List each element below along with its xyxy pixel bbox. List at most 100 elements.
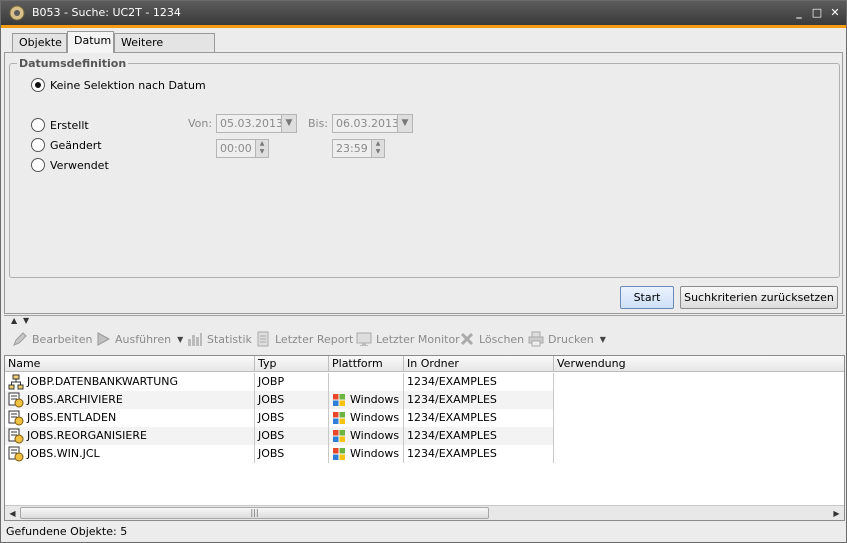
cell-platform: Windows	[329, 427, 404, 445]
table-row[interactable]: JOBS.ENTLADEN JOBS Windows 1234/EXAMPLES	[5, 409, 554, 427]
cell-platform: Windows	[329, 445, 404, 463]
cell-platform: Windows	[329, 409, 404, 427]
column-header-usage[interactable]: Verwendung	[554, 356, 844, 372]
edit-button[interactable]: Bearbeiten	[12, 331, 92, 347]
last-report-button[interactable]: Letzter Report	[255, 331, 353, 347]
tab-weitere-optionen[interactable]: Weitere Optionen	[114, 33, 215, 67]
group-title: Datumsdefinition	[17, 57, 129, 70]
scroll-right-icon[interactable]: ▶	[829, 506, 844, 521]
maximize-button[interactable]: □	[809, 5, 825, 21]
radio-dot[interactable]	[31, 138, 45, 152]
radio-dot-checked[interactable]	[31, 78, 45, 92]
platform-label: Windows	[350, 393, 400, 406]
to-time-field[interactable]: 23:59	[332, 139, 372, 158]
from-date-field[interactable]: 05.03.2013	[216, 114, 283, 133]
scrollbar-thumb[interactable]: |||	[20, 507, 489, 519]
spin-up-icon: ▲	[259, 140, 265, 147]
cell-folder: 1234/EXAMPLES	[404, 445, 554, 463]
spin-down-icon: ▼	[259, 148, 265, 155]
radio-no-date-selection[interactable]: Keine Selektion nach Datum	[31, 78, 206, 92]
from-time-stepper[interactable]: ▲ ▼	[255, 139, 269, 158]
cell-name: JOBS.WIN.JCL	[5, 445, 255, 463]
windows-logo-icon	[333, 412, 345, 424]
table-row[interactable]: JOBS.ARCHIVIERE JOBS Windows 1234/EXAMPL…	[5, 391, 554, 409]
radio-dot[interactable]	[31, 158, 45, 172]
chevron-down-icon[interactable]: ▼	[600, 335, 606, 344]
table-row[interactable]: JOBS.REORGANISIERE JOBS Windows 1234/EXA…	[5, 427, 554, 445]
start-button[interactable]: Start	[620, 286, 674, 309]
status-bar: Gefundene Objekte: 5	[4, 523, 845, 541]
row-name: JOBP.DATENBANKWARTUNG	[27, 375, 178, 388]
search-window: B053 - Suche: UC2T - 1234 _ □ ✕ Objekte …	[0, 0, 847, 543]
cell-folder: 1234/EXAMPLES	[404, 427, 554, 445]
platform-label: Windows	[350, 447, 400, 460]
result-toolbar: Bearbeiten Ausführen ▼ Statistik Letzter…	[4, 327, 845, 353]
row-name: JOBS.ENTLADEN	[27, 411, 117, 424]
job-icon	[8, 428, 24, 444]
printer-icon	[528, 331, 544, 347]
column-header-type[interactable]: Typ	[255, 356, 329, 372]
execute-button[interactable]: Ausführen ▼	[95, 331, 183, 347]
reset-criteria-button[interactable]: Suchkriterien zurücksetzen	[680, 286, 838, 309]
radio-dot[interactable]	[31, 118, 45, 132]
window-title: B053 - Suche: UC2T - 1234	[32, 6, 181, 19]
column-header-folder[interactable]: In Ordner	[404, 356, 554, 372]
tab-datum[interactable]: Datum	[67, 31, 114, 53]
last-monitor-label: Letzter Monitor	[376, 332, 460, 346]
horizontal-scrollbar[interactable]: ◀ ||| ▶	[5, 505, 844, 520]
platform-label: Windows	[350, 411, 400, 424]
windows-logo-icon	[333, 430, 345, 442]
chevron-down-icon[interactable]: ▼	[177, 335, 183, 344]
radio-label: Verwendet	[50, 158, 109, 172]
column-header-platform[interactable]: Plattform	[329, 356, 404, 372]
cell-folder: 1234/EXAMPLES	[404, 373, 554, 391]
chevron-down-icon: ▼	[285, 118, 293, 128]
row-name: JOBS.ARCHIVIERE	[27, 393, 123, 406]
radio-used[interactable]: Verwendet	[31, 158, 109, 172]
delete-button[interactable]: Löschen	[459, 331, 524, 347]
table-row[interactable]: JOBP.DATENBANKWARTUNG JOBP 1234/EXAMPLES	[5, 373, 554, 391]
table-row[interactable]: JOBS.WIN.JCL JOBS Windows 1234/EXAMPLES	[5, 445, 554, 463]
job-icon	[8, 392, 24, 408]
found-objects-count: Gefundene Objekte: 5	[6, 525, 128, 538]
cell-folder: 1234/EXAMPLES	[404, 409, 554, 427]
results-table[interactable]: Name Typ Plattform In Ordner Verwendung …	[4, 355, 845, 521]
panel-splitter[interactable]: ▲ ▼	[4, 315, 845, 325]
last-monitor-button[interactable]: Letzter Monitor	[356, 331, 460, 347]
statistics-button[interactable]: Statistik	[187, 331, 252, 347]
radio-changed[interactable]: Geändert	[31, 138, 102, 152]
to-date-dropdown[interactable]: ▼	[397, 114, 413, 133]
cell-type: JOBS	[255, 445, 329, 463]
print-label: Drucken	[548, 332, 594, 346]
to-date-field[interactable]: 06.03.2013	[332, 114, 399, 133]
scroll-left-icon[interactable]: ◀	[5, 506, 20, 521]
cell-type: JOBS	[255, 427, 329, 445]
minimize-button[interactable]: _	[791, 5, 807, 21]
tab-objekte[interactable]: Objekte	[12, 33, 67, 53]
to-time-stepper[interactable]: ▲ ▼	[371, 139, 385, 158]
job-icon	[8, 410, 24, 426]
statistics-label: Statistik	[207, 332, 252, 346]
title-bar[interactable]: B053 - Suche: UC2T - 1234 _ □ ✕	[1, 1, 846, 25]
cell-name: JOBP.DATENBANKWARTUNG	[5, 373, 255, 391]
collapse-down-icon[interactable]: ▼	[23, 316, 29, 325]
execute-label: Ausführen	[115, 332, 172, 346]
from-time-field[interactable]: 00:00	[216, 139, 256, 158]
cell-name: JOBS.REORGANISIERE	[5, 427, 255, 445]
collapse-up-icon[interactable]: ▲	[11, 316, 17, 325]
close-button[interactable]: ✕	[827, 5, 843, 21]
delete-label: Löschen	[479, 332, 525, 346]
datum-tab-panel: Datumsdefinition Keine Selektion nach Da…	[4, 52, 843, 314]
workflow-icon	[8, 374, 24, 390]
cell-folder: 1234/EXAMPLES	[404, 391, 554, 409]
cell-platform	[329, 373, 404, 391]
cell-platform: Windows	[329, 391, 404, 409]
report-icon	[257, 331, 269, 347]
column-header-name[interactable]: Name	[5, 356, 255, 372]
radio-label: Geändert	[50, 138, 102, 152]
from-label: Von:	[188, 117, 213, 130]
from-date-dropdown[interactable]: ▼	[281, 114, 297, 133]
job-icon	[8, 446, 24, 462]
print-button[interactable]: Drucken ▼	[528, 331, 606, 347]
radio-created[interactable]: Erstellt	[31, 118, 89, 132]
